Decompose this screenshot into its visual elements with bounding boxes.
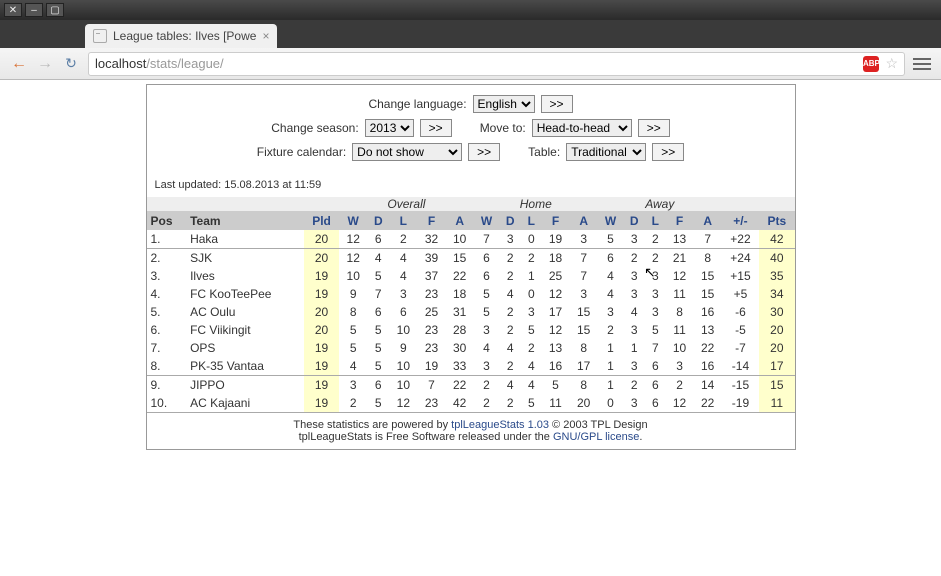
lang-go-button[interactable]: >>: [541, 95, 573, 113]
close-tab-icon[interactable]: ×: [262, 29, 269, 43]
league-table: Overall Home Away PosTeamPldWDLFAWDLFAWD…: [147, 197, 795, 413]
tplstats-link[interactable]: tplLeagueStats 1.03: [451, 419, 549, 431]
col-of[interactable]: F: [417, 212, 445, 231]
toolbar: ← → ↻ localhost/stats/league/ ABP ☆: [0, 48, 941, 80]
controls: Change language: English >> Change seaso…: [147, 85, 795, 173]
col-hl[interactable]: L: [521, 212, 541, 231]
col-hw[interactable]: W: [474, 212, 499, 231]
group-overall: Overall: [339, 197, 474, 212]
move-go-button[interactable]: >>: [638, 119, 670, 137]
header-row: PosTeamPldWDLFAWDLFAWDLFA+/-Pts: [147, 212, 795, 231]
move-label: Move to:: [480, 121, 526, 135]
fixture-go-button[interactable]: >>: [468, 143, 500, 161]
table-label: Table:: [528, 145, 560, 159]
col-pts[interactable]: Pts: [759, 212, 794, 231]
table-row: 1.Haka2012623210730193532137+2242: [147, 230, 795, 249]
bookmark-icon[interactable]: ☆: [885, 55, 898, 72]
table-select[interactable]: Traditional: [566, 143, 646, 161]
table-row: 9.JIPPO19361072224458126214-1515: [147, 376, 795, 395]
lang-label: Change language:: [368, 97, 466, 111]
col-hd[interactable]: D: [499, 212, 521, 231]
license-link[interactable]: GNU/GPL license: [553, 431, 639, 443]
season-select[interactable]: 2013: [365, 119, 414, 137]
back-button[interactable]: ←: [10, 55, 28, 73]
col-al[interactable]: L: [645, 212, 665, 231]
table-go-button[interactable]: >>: [652, 143, 684, 161]
group-header-row: Overall Home Away: [147, 197, 795, 212]
col-hf[interactable]: F: [541, 212, 569, 231]
col-ha[interactable]: A: [570, 212, 598, 231]
url-path: /stats/league/: [146, 56, 223, 71]
move-select[interactable]: Head-to-head: [532, 119, 632, 137]
col-af[interactable]: F: [665, 212, 693, 231]
table-row: 8.PK-35 Vantaa19451019333241617136316-14…: [147, 357, 795, 376]
col-ol[interactable]: L: [389, 212, 417, 231]
window-maximize-button[interactable]: ▢: [46, 3, 64, 17]
table-row: 7.OPS1955923304421381171022-720: [147, 339, 795, 357]
reload-button[interactable]: ↻: [62, 55, 80, 73]
browser-tab[interactable]: League tables: Ilves [Powe ×: [85, 24, 277, 48]
col-pm[interactable]: +/-: [722, 212, 759, 231]
group-away: Away: [598, 197, 722, 212]
last-updated: Last updated: 15.08.2013 at 11:59: [147, 173, 795, 197]
window-close-button[interactable]: ✕: [4, 3, 22, 17]
group-home: Home: [474, 197, 598, 212]
content-frame: Change language: English >> Change seaso…: [146, 84, 796, 450]
lang-select[interactable]: English: [473, 95, 535, 113]
table-row: 2.SJK2012443915622187622218+2440: [147, 249, 795, 268]
window-minimize-button[interactable]: –: [25, 3, 43, 17]
col-ad[interactable]: D: [623, 212, 645, 231]
url-bar[interactable]: localhost/stats/league/ ABP ☆: [88, 52, 905, 76]
page-icon: [93, 29, 107, 43]
table-body: 1.Haka2012623210730193532137+22422.SJK20…: [147, 230, 795, 413]
table-row: 3.Ilves19105437226212574331215+1535: [147, 267, 795, 285]
col-aw[interactable]: W: [598, 212, 623, 231]
table-row: 4.FC KooTeePee1997323185401234331115+534: [147, 285, 795, 303]
table-row: 5.AC Oulu2086625315231715343816-630: [147, 303, 795, 321]
forward-button[interactable]: →: [36, 55, 54, 73]
app-window: ✕ – ▢ League tables: Ilves [Powe × ← → ↻…: [0, 0, 941, 576]
abp-icon[interactable]: ABP: [863, 56, 879, 72]
col-ow[interactable]: W: [339, 212, 367, 231]
titlebar: ✕ – ▢: [0, 0, 941, 20]
page-content: Change language: English >> Change seaso…: [0, 80, 941, 576]
col-od[interactable]: D: [367, 212, 389, 231]
col-pld[interactable]: Pld: [304, 212, 339, 231]
url-host: localhost: [95, 56, 146, 71]
footer: These statistics are powered by tplLeagu…: [147, 413, 795, 449]
col-aa[interactable]: A: [694, 212, 722, 231]
browser-tabbar: League tables: Ilves [Powe ×: [0, 20, 941, 48]
table-row: 10.AC Kajaani192512234222511200361222-19…: [147, 394, 795, 413]
season-go-button[interactable]: >>: [420, 119, 452, 137]
fixture-select[interactable]: Do not show: [352, 143, 462, 161]
tab-title: League tables: Ilves [Powe: [113, 29, 256, 43]
menu-button[interactable]: [913, 58, 931, 70]
fixture-label: Fixture calendar:: [257, 145, 346, 159]
table-row: 6.FC Viikingit205510232832512152351113-5…: [147, 321, 795, 339]
col-team[interactable]: Team: [186, 212, 304, 231]
season-label: Change season:: [271, 121, 358, 135]
col-oa[interactable]: A: [446, 212, 474, 231]
col-pos[interactable]: Pos: [147, 212, 187, 231]
